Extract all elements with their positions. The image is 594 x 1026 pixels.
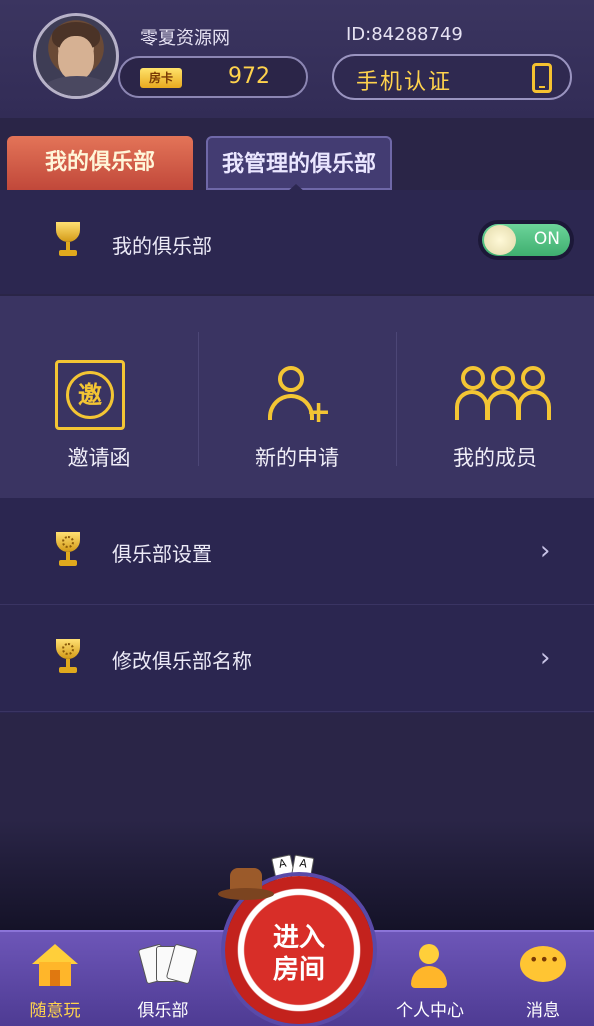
profile-header: 零夏资源网 ID:84288749 房卡 972 手机认证 (0, 0, 594, 118)
room-card-balance: 房卡 972 (118, 56, 308, 98)
toggle-state: ON (533, 229, 560, 249)
invite-icon: 邀 (55, 360, 125, 430)
trophy-gear-icon (53, 532, 83, 570)
avatar-shoulders (42, 76, 112, 96)
room-card-count: 972 (228, 64, 270, 89)
menu-item-club-settings[interactable]: 俱乐部设置 › (0, 498, 594, 605)
club-actions: 邀 邀请函 + 新的申请 我的成员 (0, 296, 594, 498)
invite-action[interactable]: 邀 邀请函 (0, 296, 198, 498)
chat-bubble-icon (520, 946, 566, 982)
club-menu: 俱乐部设置 › 修改俱乐部名称 › (0, 498, 594, 713)
home-icon (32, 944, 78, 986)
avatar[interactable] (33, 13, 119, 99)
chevron-right-icon: › (540, 536, 551, 566)
playing-cards-icon (137, 942, 199, 988)
trophy-icon (53, 222, 83, 260)
avatar-face (58, 36, 94, 80)
tab-pointer (287, 184, 305, 192)
club-toggle-row: 我的俱乐部 ON (0, 190, 594, 294)
club-toggle-switch[interactable]: ON (478, 220, 574, 260)
username: 零夏资源网 (140, 28, 230, 49)
nav-casual-play[interactable]: 随意玩 (8, 932, 102, 1026)
tab-managed-club[interactable]: 我管理的俱乐部 (206, 136, 392, 190)
new-application-action[interactable]: + 新的申请 (198, 296, 396, 498)
nav-label: 随意玩 (29, 1001, 81, 1021)
phone-verify-label: 手机认证 (356, 70, 453, 95)
members-icon (455, 366, 551, 424)
nav-messages[interactable]: 消息 (506, 932, 580, 1026)
add-user-icon: + (266, 366, 331, 428)
invite-label: 邀请函 (67, 446, 131, 470)
user-id: ID:84288749 (346, 24, 463, 45)
room-card-icon: 房卡 (140, 68, 182, 88)
phone-edit-icon (532, 63, 552, 93)
phone-verify-button[interactable]: 手机认证 (332, 54, 572, 100)
tab-my-club[interactable]: 我的俱乐部 (7, 136, 193, 190)
nav-personal-center[interactable]: 个人中心 (392, 932, 468, 1026)
chevron-right-icon: › (540, 643, 551, 673)
nav-label: 个人中心 (396, 1001, 464, 1021)
menu-item-label: 俱乐部设置 (112, 542, 212, 566)
my-members-label: 我的成员 (453, 446, 537, 470)
trophy-gear-icon (53, 639, 83, 677)
menu-item-label: 修改俱乐部名称 (112, 649, 252, 673)
person-icon (411, 944, 447, 990)
enter-room-label-line2: 房间 (272, 955, 325, 985)
new-application-label: 新的申请 (255, 446, 339, 470)
nav-label: 消息 (526, 1001, 560, 1021)
cowboy-hat-icon (218, 868, 274, 904)
nav-label: 俱乐部 (137, 1001, 189, 1021)
my-members-action[interactable]: 我的成员 (396, 296, 594, 498)
menu-item-rename-club[interactable]: 修改俱乐部名称 › (0, 605, 594, 712)
nav-club[interactable]: 俱乐部 (108, 932, 218, 1026)
toggle-label: 我的俱乐部 (112, 234, 212, 258)
enter-room-label-line1: 进入 (272, 923, 325, 953)
toggle-knob (484, 225, 516, 255)
